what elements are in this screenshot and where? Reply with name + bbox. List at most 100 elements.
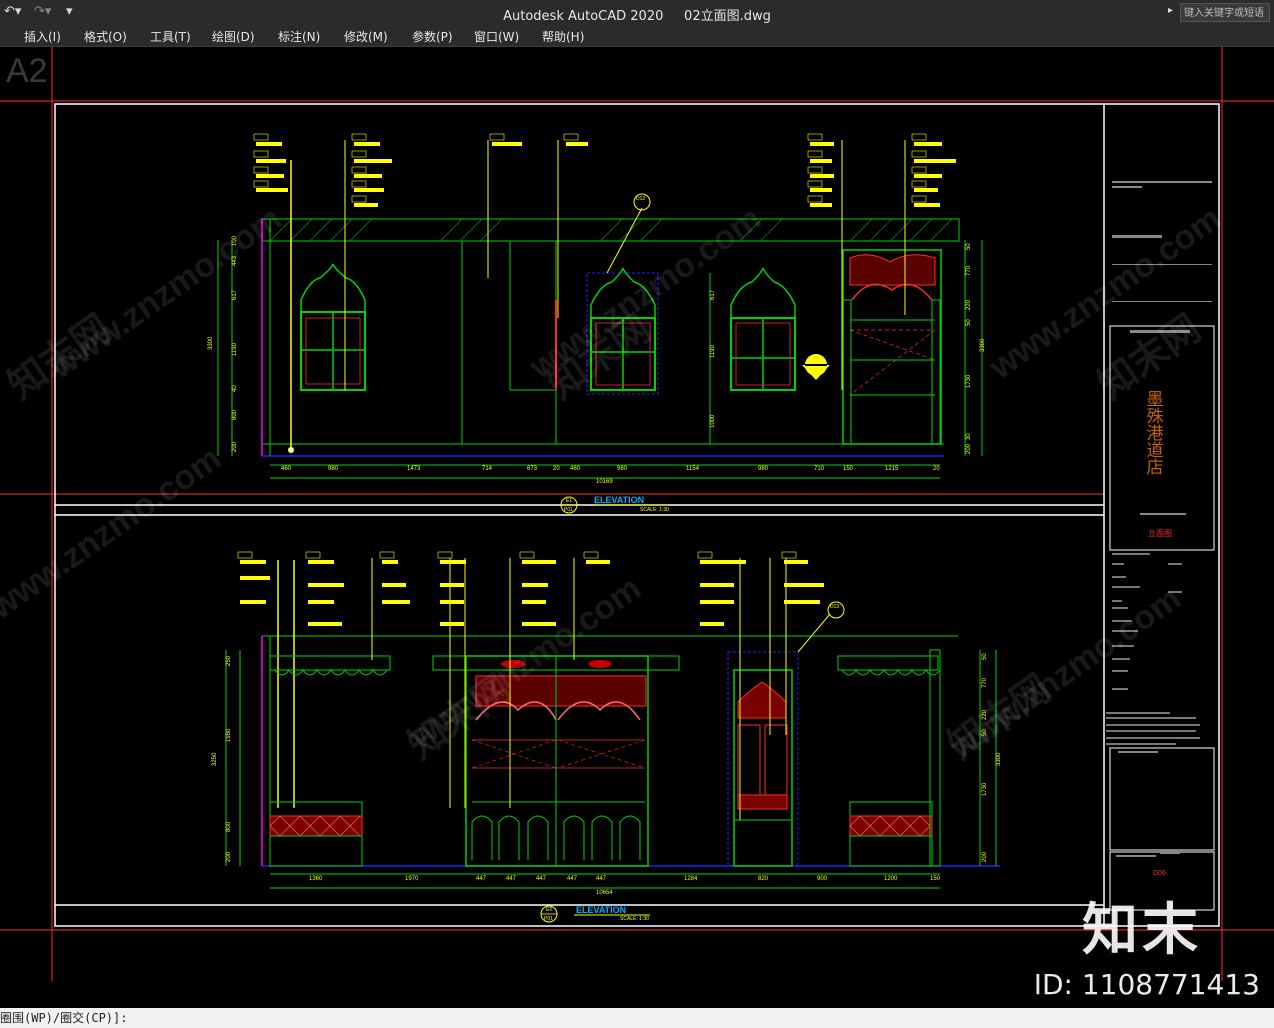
svg-text:50: 50 [966,319,972,326]
svg-text:900: 900 [817,876,828,882]
arched-window-1 [300,263,366,391]
menu-help[interactable]: 帮助(H) [542,28,584,45]
svg-text:1950: 1950 [226,728,232,742]
svg-text:1473: 1473 [407,466,421,472]
watermark-id: ID: 1108771413 [1033,968,1260,1001]
callout-tag-d13: D13 [830,604,839,610]
menu-insert[interactable]: 插入(I) [24,28,61,45]
svg-text:1730: 1730 [982,782,988,796]
upper-total-dimension: 10169 [596,479,613,485]
upper-elevation-title: ELEVATION [594,495,644,505]
svg-text:673: 673 [527,466,538,472]
svg-text:1154: 1154 [686,466,700,472]
svg-text:980: 980 [617,466,628,472]
command-line[interactable]: 圈围(WP)/圈交(CP)]: [0,1008,1274,1028]
display-cabinet-upper [842,249,942,445]
lower-elevation-scale: SCALE: 1:30 [620,916,649,922]
svg-text:www.znzmo.com: www.znzmo.com [0,439,228,627]
svg-text:150: 150 [930,876,941,882]
search-expand-icon[interactable]: ▸ [1168,5,1173,16]
svg-text:1360: 1360 [309,876,323,882]
menu-bar: 插入(I) 格式(O) 工具(T) 绘图(D) 标注(N) 修改(M) 参数(P… [0,26,1274,47]
menu-format[interactable]: 格式(O) [84,28,127,45]
svg-text:3250: 3250 [212,752,218,766]
svg-text:150: 150 [843,466,854,472]
svg-text:460: 460 [570,466,581,472]
material-callouts-upper [253,133,956,207]
menu-modify[interactable]: 修改(M) [344,28,388,45]
svg-text:1284: 1284 [684,876,698,882]
svg-text:447: 447 [476,876,487,882]
svg-text:20: 20 [553,466,560,472]
svg-text:200: 200 [982,851,988,862]
svg-text:200: 200 [226,851,232,862]
title-bar: ↶▾ ↷▾ ▾ Autodesk AutoCAD 2020 02立面图.dwg … [0,0,1274,26]
bench-left [269,801,363,867]
watermark-brand: 知末 [1082,897,1202,963]
menu-parameters[interactable]: 参数(P) [412,28,453,45]
svg-text:460: 460 [281,466,292,472]
svg-text:1730: 1730 [966,374,972,388]
svg-text:447: 447 [536,876,547,882]
file-name: 02立面图.dwg [684,9,771,24]
sheet-number-red: D06 [1153,870,1166,877]
upper-tag-top: E1 [566,498,572,504]
svg-text:50: 50 [966,243,972,250]
svg-text:250: 250 [226,655,232,666]
svg-text:800: 800 [226,821,232,832]
svg-text:1190: 1190 [232,342,238,356]
svg-text:714: 714 [482,466,493,472]
material-callouts-lower [237,551,824,626]
sheet-label: A2 [6,52,48,90]
svg-text:www.znzmo.com: www.znzmo.com [982,199,1228,387]
drawing-canvas[interactable]: A2 D12 460 980 1473 714 673 20 460 980 1… [0,47,1274,981]
upper-bottom-dimensions: 460 980 1473 714 673 20 460 980 1154 980… [281,466,940,485]
svg-text:820: 820 [758,876,769,882]
svg-text:50: 50 [982,653,988,660]
menu-tools[interactable]: 工具(T) [150,28,191,45]
svg-text:1190: 1190 [710,344,716,358]
lower-total-dimension: 10654 [596,890,613,896]
bench-right [849,649,941,867]
upper-tag-bottom: P01 [564,507,573,513]
svg-text:800: 800 [232,409,238,420]
svg-text:知末网: 知末网 [941,668,1058,768]
upper-elevation-scale: SCALE: 1:30 [640,507,669,513]
svg-text:1970: 1970 [405,876,419,882]
menu-draw[interactable]: 绘图(D) [212,28,255,45]
svg-text:3300: 3300 [980,338,986,352]
lower-tag-bottom: P01 [544,916,553,922]
search-input[interactable]: 键入关键字或短语 [1180,3,1270,22]
window-title: Autodesk AutoCAD 2020 02立面图.dwg [0,5,1274,24]
command-line-text: 圈围(WP)/圈交(CP)]: [0,1011,128,1025]
lower-right-dimensions: 50 770 220 50 1730 200 3300 [982,653,1002,862]
svg-text:1215: 1215 [885,466,899,472]
svg-text:3300: 3300 [996,752,1002,766]
svg-text:1000: 1000 [710,414,716,428]
lower-tag-top: E2 [546,907,552,913]
drawing-name-red: 立面图 [1148,528,1172,538]
svg-text:200: 200 [966,443,972,454]
svg-text:617: 617 [232,289,238,300]
arched-window-3 [730,267,796,391]
svg-text:30: 30 [966,433,972,440]
svg-text:710: 710 [814,466,825,472]
svg-text:447: 447 [506,876,517,882]
svg-text:447: 447 [567,876,578,882]
app-title: Autodesk AutoCAD 2020 [503,9,664,24]
svg-text:220: 220 [966,299,972,310]
drawing-border-red [0,47,1274,981]
svg-text:3300: 3300 [208,336,214,350]
menu-dimension[interactable]: 标注(N) [278,28,320,45]
callout-tag-d12: D12 [636,196,645,202]
upper-right-dimensions: 50 770 220 50 1730 30 200 3300 [966,243,986,454]
menu-window[interactable]: 窗口(W) [474,28,519,45]
svg-text:40: 40 [232,385,238,392]
svg-text:770: 770 [982,677,988,688]
lower-left-dimensions: 250 1950 800 200 3250 [212,655,232,862]
svg-text:1200: 1200 [884,876,898,882]
project-title-vertical: 墨殊港道店 [1144,390,1164,475]
lower-bottom-dimensions: 1360 1970 447 447 447 447 447 1284 820 9… [309,876,941,896]
svg-text:200: 200 [232,441,238,452]
tall-cabinet-lower [727,651,799,867]
